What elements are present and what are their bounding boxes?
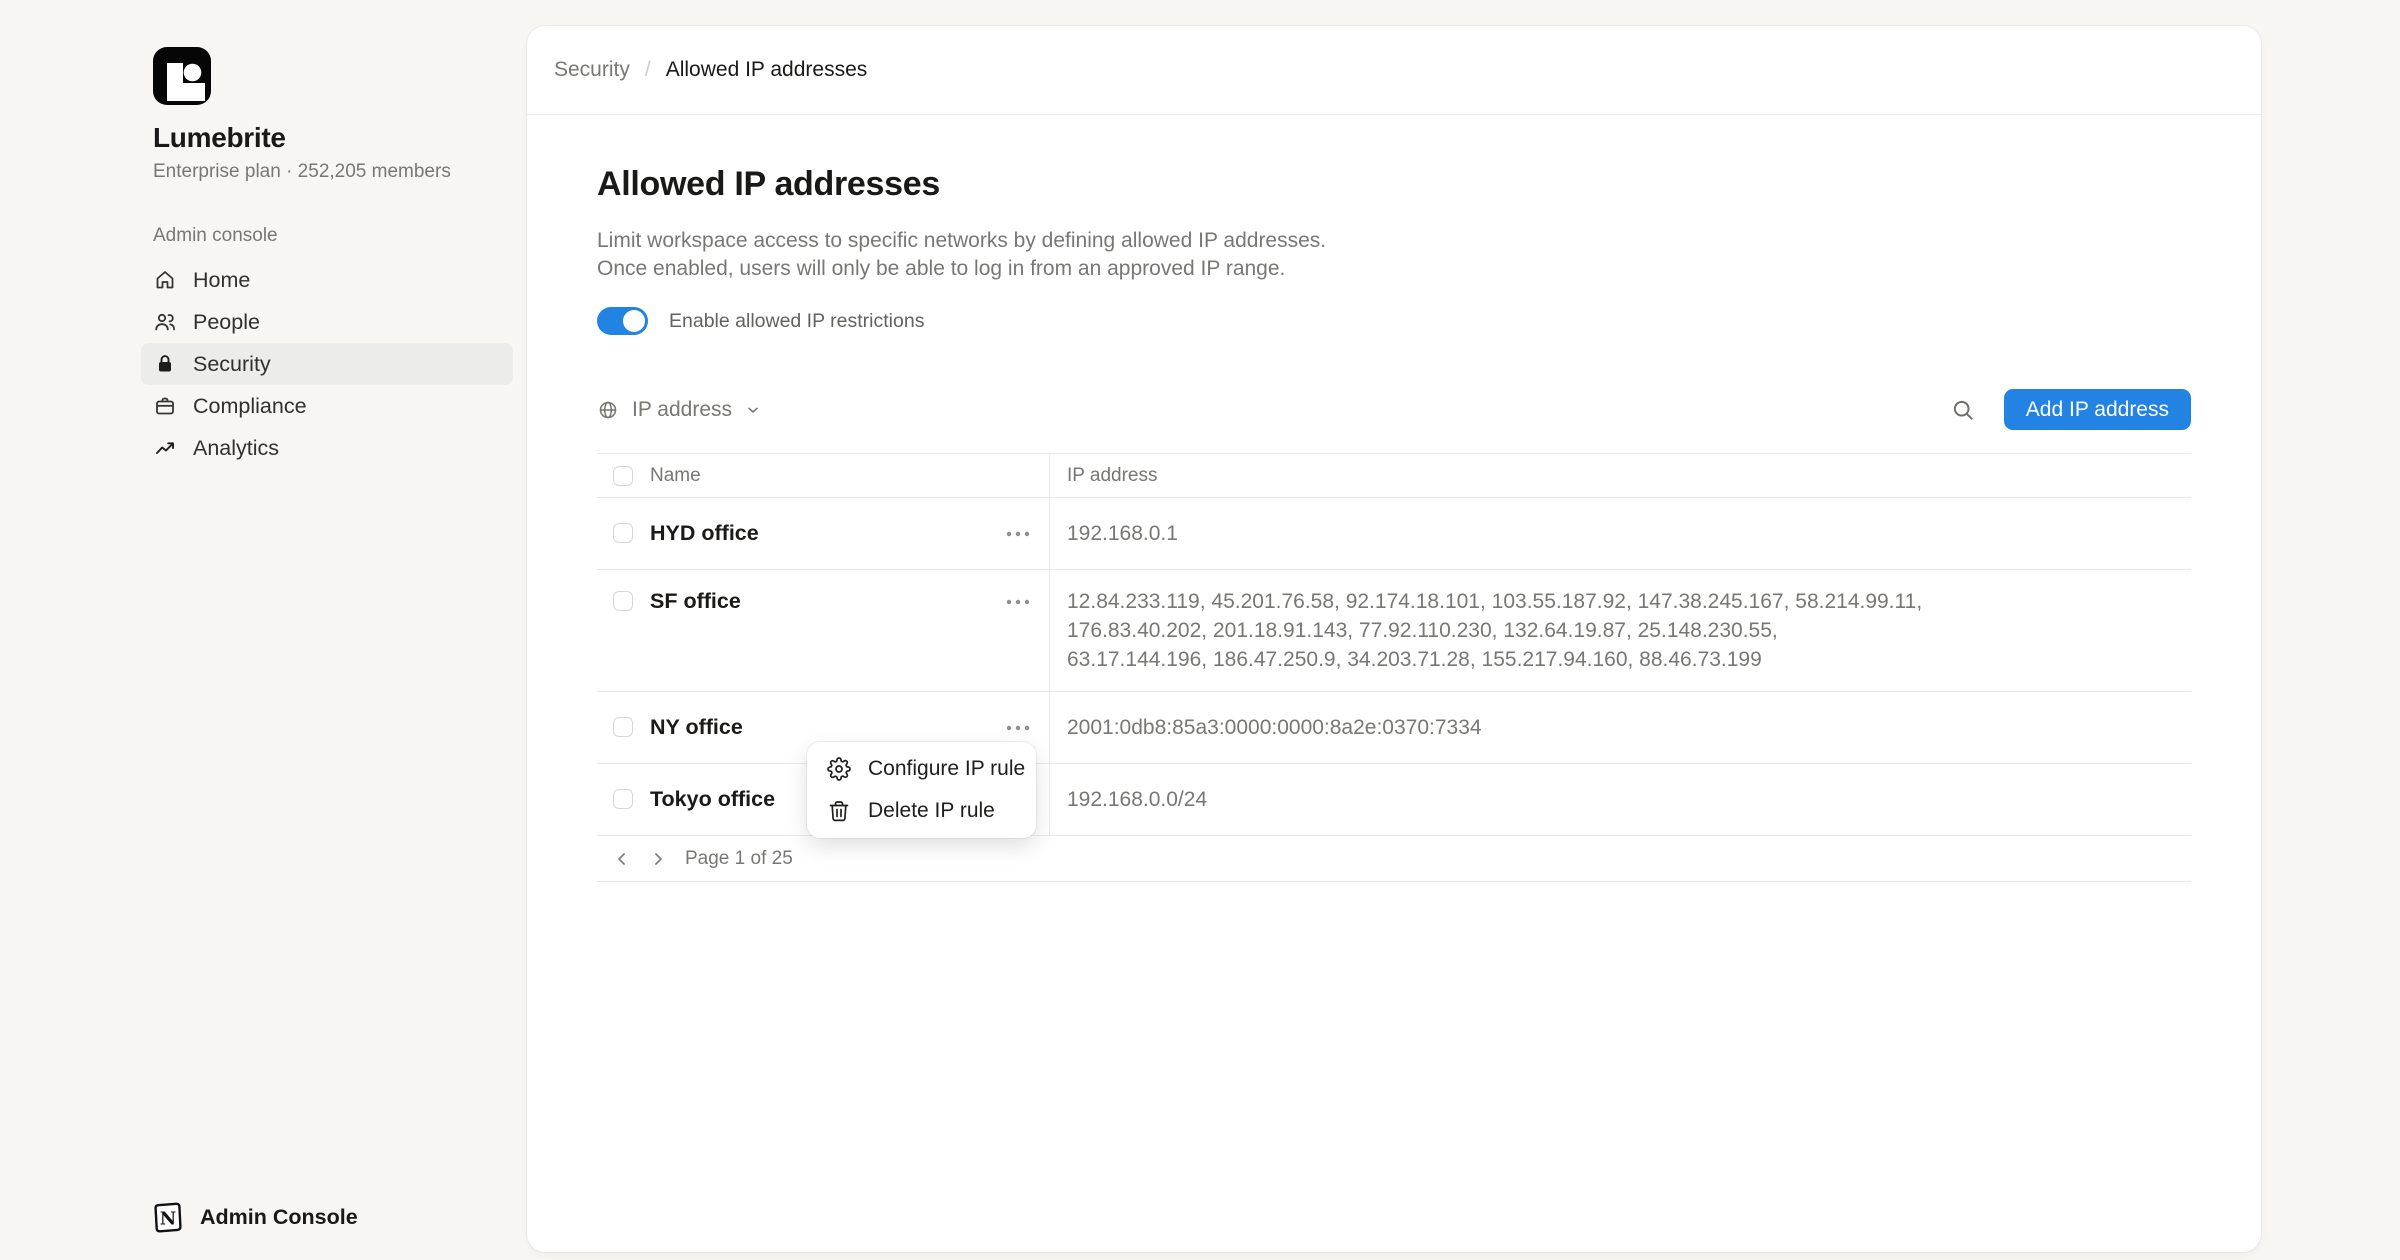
row-name-cell: SF office [597,570,1049,691]
chevron-left-icon [612,849,632,869]
toggle-knob [623,310,645,332]
toggle-row: Enable allowed IP restrictions [597,307,2191,335]
previous-page-button[interactable] [607,844,637,874]
sidebar-item-label: Security [193,352,271,377]
workspace-logo-icon [153,47,211,105]
sidebar-item-people[interactable]: People [141,301,513,343]
sidebar-item-label: People [193,310,260,335]
row-ip-cell: 2001:0db8:85a3:0000:0000:8a2e:0370:7334 [1049,692,2191,763]
row-name: Tokyo office [650,785,775,814]
table-actions: Add IP address [1949,389,2191,430]
row-actions-button[interactable] [1005,713,1031,742]
next-page-button[interactable] [643,844,673,874]
breadcrumb: Security / Allowed IP addresses [527,26,2261,115]
sidebar-item-label: Compliance [193,394,307,419]
row-ip-cell: 192.168.0.0/24 [1049,764,2191,835]
workspace-subtitle: Enterprise plan · 252,205 members [153,161,527,183]
gear-icon [827,757,851,781]
lock-icon [153,352,177,376]
sidebar-item-security[interactable]: Security [141,343,513,385]
page-content: Allowed IP addresses Limit workspace acc… [527,165,2261,882]
row-checkbox[interactable] [613,523,633,543]
description-line: Once enabled, users will only be able to… [597,255,2191,283]
content-card: Security / Allowed IP addresses Allowed … [527,26,2261,1252]
sidebar-nav: Home People [141,259,513,469]
sidebar-item-compliance[interactable]: Compliance [141,385,513,427]
briefcase-icon [153,394,177,418]
ip-address-filter[interactable]: IP address [597,398,761,422]
ip-restrictions-toggle[interactable] [597,307,648,335]
svg-text:N: N [160,1209,176,1230]
menu-item-configure-ip-rule[interactable]: Configure IP rule [807,748,1036,790]
sidebar-section-label: Admin console [153,225,527,247]
sidebar-footer-label: Admin Console [200,1205,358,1230]
breadcrumb-current: Allowed IP addresses [666,58,868,82]
table-header: Name IP address [597,454,2191,498]
page-title: Allowed IP addresses [597,165,2191,204]
context-menu: Configure IP rule Delete IP rule [807,742,1036,838]
menu-item-delete-ip-rule[interactable]: Delete IP rule [807,790,1036,832]
page-description: Limit workspace access to specific netwo… [597,227,2191,283]
row-ip-cell: 192.168.0.1 [1049,498,2191,569]
description-line: Limit workspace access to specific netwo… [597,227,2191,255]
app-window: Lumebrite Enterprise plan · 252,205 memb… [0,0,2400,1260]
row-checkbox[interactable] [613,591,633,611]
row-name: NY office [650,713,743,742]
workspace-name: Lumebrite [153,122,527,154]
trash-icon [827,799,851,823]
sidebar-item-label: Home [193,268,250,293]
breadcrumb-separator: / [645,58,651,82]
filter-label: IP address [632,398,732,422]
sidebar-footer[interactable]: N Admin Console [150,1200,358,1234]
notion-logo-icon: N [150,1200,184,1234]
header-name-cell: Name [597,454,1049,497]
table-row: HYD office 192.168.0.1 [597,498,2191,570]
chevron-down-icon [745,402,761,418]
ellipsis-icon [1005,530,1031,538]
home-icon [153,268,177,292]
pagination: Page 1 of 25 [597,836,2191,882]
ellipsis-icon [1005,724,1031,732]
menu-item-label: Configure IP rule [868,757,1025,781]
menu-item-label: Delete IP rule [868,799,995,823]
row-name: SF office [650,587,741,616]
row-checkbox[interactable] [613,717,633,737]
column-header-name: Name [650,465,701,487]
sidebar-item-home[interactable]: Home [141,259,513,301]
pagination-label: Page 1 of 25 [685,848,793,870]
sidebar-item-analytics[interactable]: Analytics [141,427,513,469]
search-button[interactable] [1949,396,1977,424]
row-ip-cell: 12.84.233.119, 45.201.76.58, 92.174.18.1… [1049,570,2191,691]
row-name-cell: HYD office [597,498,1049,569]
chart-icon [153,436,177,460]
sidebar-item-label: Analytics [193,436,279,461]
add-ip-button[interactable]: Add IP address [2004,389,2191,430]
table-row: SF office 12.84.233.119, 45.201.76.58, 9… [597,570,2191,692]
sidebar: Lumebrite Enterprise plan · 252,205 memb… [0,0,527,1260]
row-actions-button[interactable] [1005,519,1031,548]
breadcrumb-parent[interactable]: Security [554,58,630,82]
workspace-header: Lumebrite Enterprise plan · 252,205 memb… [153,47,527,183]
toggle-label: Enable allowed IP restrictions [669,310,924,333]
row-checkbox[interactable] [613,789,633,809]
select-all-checkbox[interactable] [613,466,633,486]
search-icon [1950,397,1976,423]
people-icon [153,310,177,334]
column-header-ip: IP address [1067,465,1157,487]
row-actions-button[interactable] [1005,587,1031,616]
row-name: HYD office [650,519,759,548]
ellipsis-icon [1005,598,1031,606]
header-ip-cell: IP address [1049,454,2191,497]
globe-icon [597,399,619,421]
filter-bar: IP address [597,389,2191,430]
chevron-right-icon [648,849,668,869]
